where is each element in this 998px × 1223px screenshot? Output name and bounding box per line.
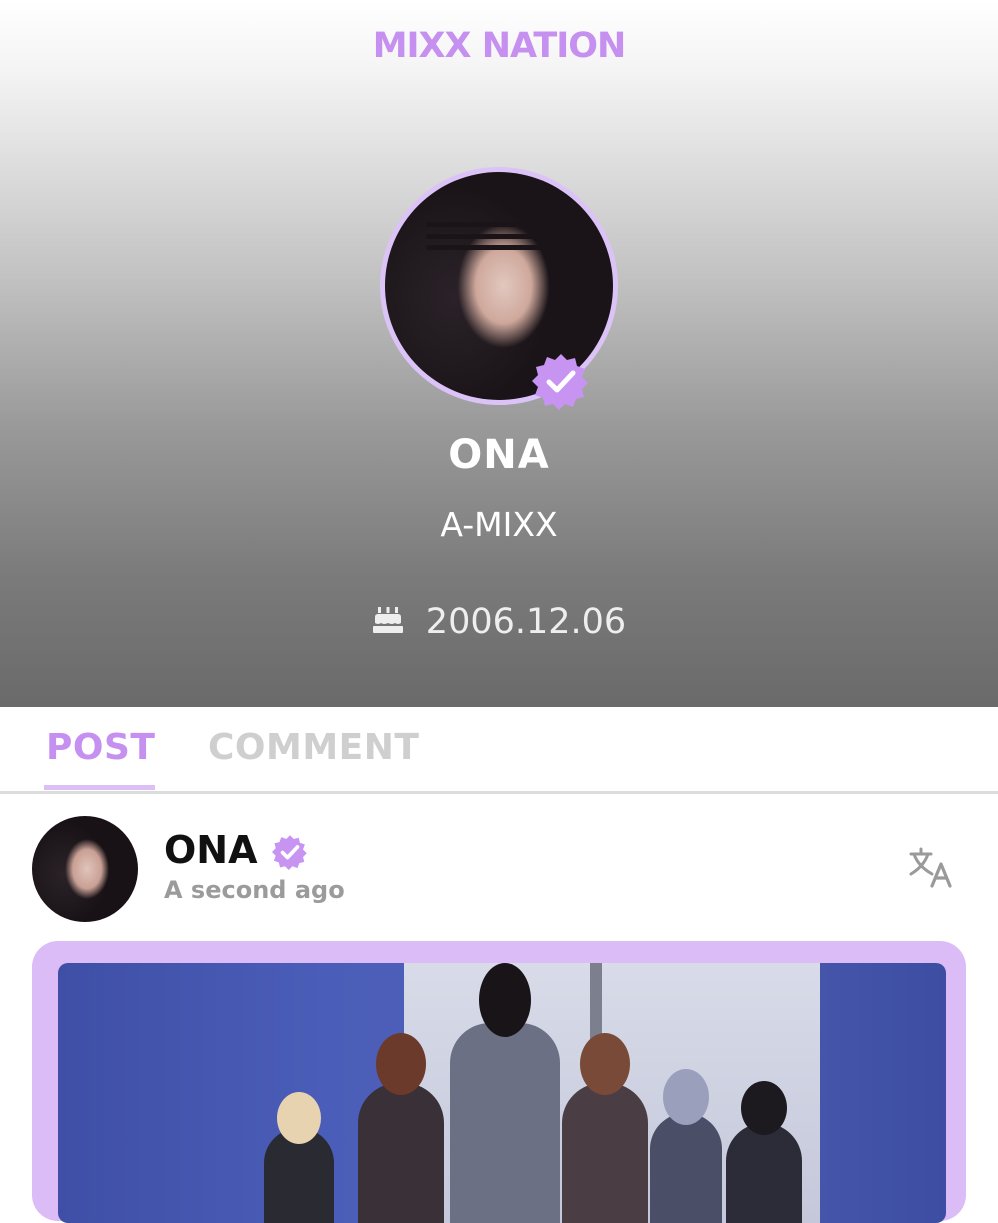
profile-name: ONA [448,432,550,478]
birthday-date: 2006.12.06 [425,602,627,642]
verified-badge-icon [272,835,307,870]
birthday-row: 2006.12.06 [0,602,998,642]
profile-header: MIXX NATION ONA A-MIXX 2006.12.06 [0,0,998,707]
active-tab-indicator [44,785,155,790]
tab-post[interactable]: POST [46,727,155,768]
profile-group: A-MIXX [440,505,558,544]
tab-comment[interactable]: COMMENT [208,727,419,768]
post-image[interactable] [58,963,946,1223]
translate-icon[interactable] [908,846,954,888]
profile-tabs: POST COMMENT [0,707,998,794]
cake-icon [372,607,403,633]
verified-badge-icon [532,354,588,410]
post-author-avatar[interactable] [32,816,138,922]
post-timestamp: A second ago [164,876,345,904]
post-author-name[interactable]: ONA [164,828,258,872]
app-title: MIXX NATION [372,26,627,66]
